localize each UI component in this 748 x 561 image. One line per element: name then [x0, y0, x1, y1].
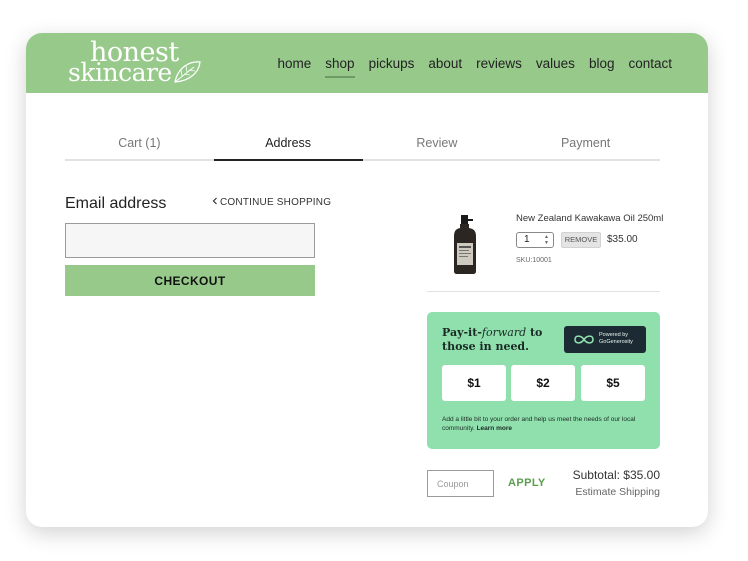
step-address[interactable]: Address [213, 131, 363, 161]
gogenerosity-text: GoGenerosity [599, 339, 633, 345]
nav-reviews[interactable]: reviews [476, 56, 522, 71]
infinity-icon [574, 335, 594, 344]
learn-more-link[interactable]: Learn more [477, 425, 512, 432]
continue-shopping-label: CONTINUE SHOPPING [220, 197, 332, 208]
nav-home[interactable]: home [278, 56, 312, 71]
pay-it-forward-panel: Pay-it-forward to those in need. Powered… [427, 312, 660, 449]
checkout-steps: Cart (1) Address Review Payment [65, 131, 660, 161]
site-header: honest skincare home shop pickups about … [26, 33, 708, 93]
stepper-arrows-icon[interactable]: ▲ ▼ [544, 234, 549, 246]
checkout-card: honest skincare home shop pickups about … [26, 33, 708, 527]
estimate-shipping-link[interactable]: Estimate Shipping [575, 486, 660, 498]
item-sku: SKU:10001 [516, 257, 552, 264]
step-cart[interactable]: Cart (1) [65, 131, 214, 159]
gogenerosity-badge[interactable]: Powered by GoGenerosity [564, 326, 646, 353]
nav-blog[interactable]: blog [589, 56, 615, 71]
step-review[interactable]: Review [363, 131, 512, 159]
site-logo[interactable]: honest skincare [68, 39, 208, 87]
chevron-left-icon [212, 197, 217, 205]
nav-about[interactable]: about [428, 56, 462, 71]
quantity-stepper[interactable]: 1 ▲ ▼ [516, 232, 554, 248]
pay-it-forward-description: Add a little bit to your order and help … [442, 416, 636, 432]
continue-shopping-link[interactable]: CONTINUE SHOPPING [212, 197, 331, 208]
nav-pickups[interactable]: pickups [369, 56, 415, 71]
main-nav: home shop pickups about reviews values b… [278, 33, 672, 93]
pay-it-forward-title: Pay-it-forward to those in need. [442, 326, 543, 353]
nav-shop[interactable]: shop [325, 56, 355, 78]
product-bottle-icon [454, 215, 476, 274]
item-price: $35.00 [607, 234, 638, 245]
subtotal: Subtotal: $35.00 [572, 468, 660, 482]
remove-button[interactable]: REMOVE [561, 232, 601, 248]
cart-divider [427, 291, 660, 292]
apply-coupon-button[interactable]: APPLY [508, 477, 546, 489]
powered-by-text: Powered by [599, 332, 629, 338]
logo-line2: skincare [68, 58, 172, 87]
donation-2-button[interactable]: $2 [511, 365, 575, 401]
leaf-icon [174, 61, 201, 83]
email-label: Email address [65, 195, 167, 212]
donation-5-button[interactable]: $5 [581, 365, 645, 401]
donation-1-button[interactable]: $1 [442, 365, 506, 401]
coupon-input[interactable] [427, 470, 494, 497]
nav-values[interactable]: values [536, 56, 575, 71]
nav-contact[interactable]: contact [628, 56, 672, 71]
email-input[interactable] [65, 223, 315, 258]
checkout-button[interactable]: CHECKOUT [65, 265, 315, 296]
quantity-value: 1 [524, 234, 530, 245]
step-payment[interactable]: Payment [511, 131, 660, 159]
product-name: New Zealand Kawakawa Oil 250ml [516, 213, 664, 224]
